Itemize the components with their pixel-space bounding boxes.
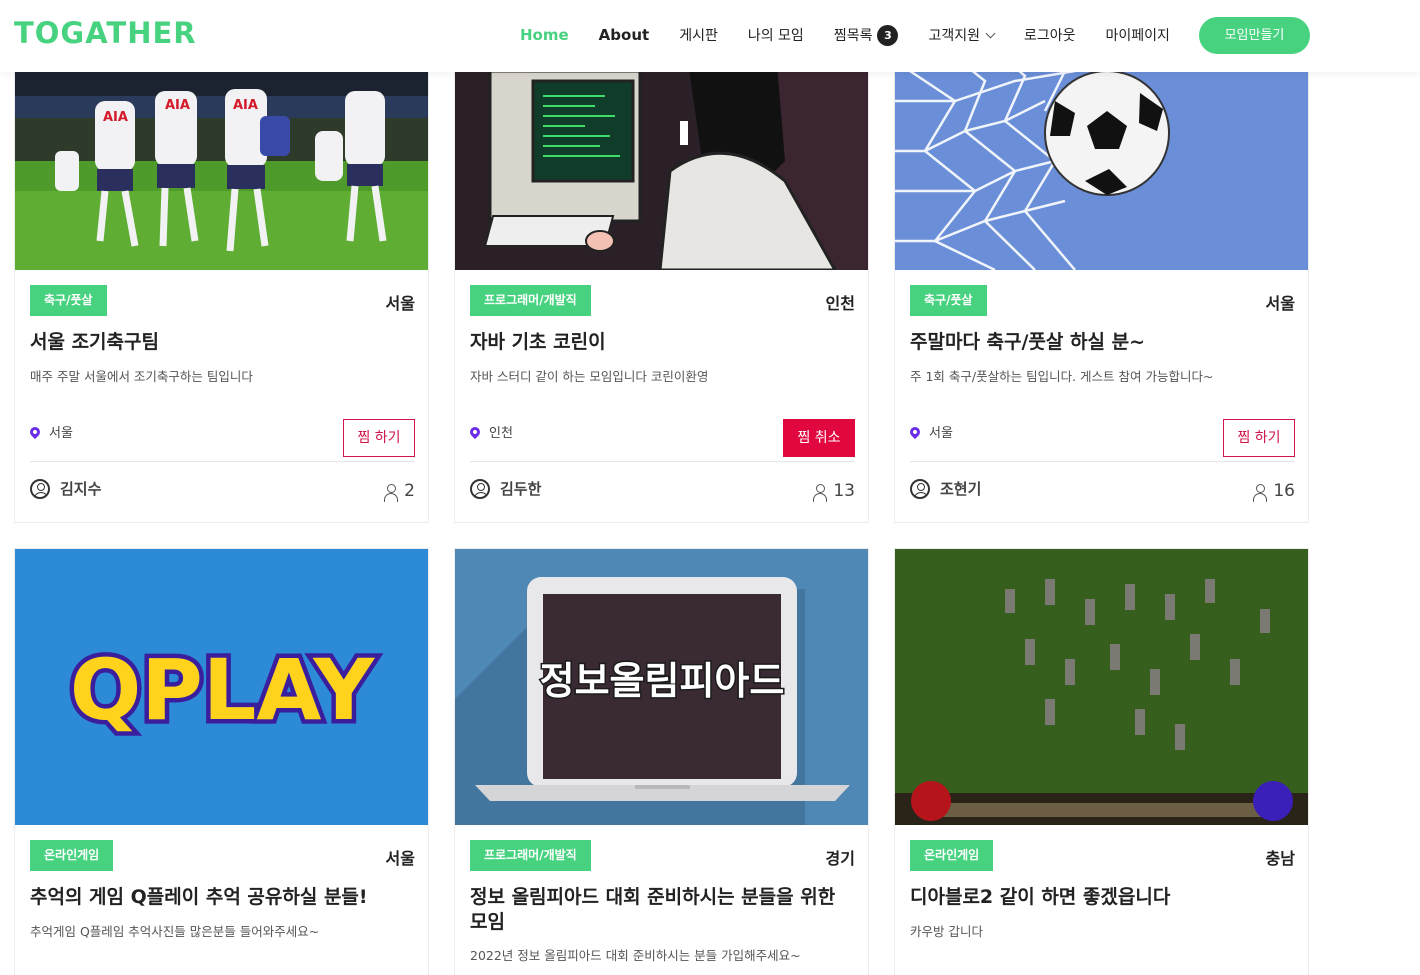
group-card[interactable]: 정보올림피아드 프로그래머/개발직 경기 정보 올림피아드 대회 준비하시는 분… <box>454 548 869 975</box>
svg-text:AIA: AIA <box>103 110 128 125</box>
wish-button[interactable]: 찜 하기 <box>1223 419 1295 457</box>
group-image[interactable] <box>895 549 1308 825</box>
location-label: 서울 <box>929 426 953 441</box>
group-title[interactable]: 서울 조기축구팀 <box>30 330 415 355</box>
member-count: 13 <box>813 481 855 502</box>
group-description: 카우방 갑니다 <box>910 924 983 939</box>
unwish-button[interactable]: 찜 취소 <box>783 419 855 457</box>
group-image[interactable] <box>455 41 868 270</box>
user-avatar-icon <box>910 478 930 499</box>
member-count: 16 <box>1253 481 1295 502</box>
nav-wishlist[interactable]: 찜목록 3 <box>833 24 899 46</box>
wish-button[interactable]: 찜 하기 <box>343 419 415 457</box>
location-label: 인천 <box>489 426 513 441</box>
member-count: 2 <box>384 481 415 502</box>
group-title[interactable]: 추억의 게임 Q플레이 추억 공유하실 분들! <box>30 885 415 910</box>
owner-name: 김지수 <box>60 480 102 498</box>
nav-about[interactable]: About <box>599 26 650 44</box>
location-pin-icon <box>907 424 923 439</box>
chevron-down-icon <box>985 28 996 38</box>
group-description: 매주 주말 서울에서 조기축구하는 팀입니다 <box>30 369 253 384</box>
category-tag[interactable]: 프로그래머/개발직 <box>470 840 591 871</box>
owner-name: 조현기 <box>940 480 982 498</box>
owner-name: 김두한 <box>500 480 542 498</box>
group-title[interactable]: 주말마다 축구/풋살 하실 분~ <box>910 330 1295 355</box>
location-label: 서울 <box>49 426 73 441</box>
group-card[interactable]: 축구/풋살 서울 주말마다 축구/풋살 하실 분~ 주 1회 축구/풋살하는 팀… <box>894 40 1309 523</box>
location-pin-icon <box>467 424 483 439</box>
region-label: 서울 <box>385 849 415 868</box>
qplay-logo-text: QPLAY <box>70 641 375 739</box>
location-row: 서울 <box>27 422 73 441</box>
brand-logo[interactable]: TOGATHER <box>14 16 197 50</box>
group-description: 주 1회 축구/풋살하는 팀입니다. 게스트 참여 가능합니다~ <box>910 369 1214 384</box>
wishlist-count-badge: 3 <box>877 24 899 46</box>
nav-mypage[interactable]: 마이페이지 <box>1106 25 1170 45</box>
category-tag[interactable]: 축구/풋살 <box>30 285 107 316</box>
member-count-value: 16 <box>1273 481 1295 501</box>
nav-home[interactable]: Home <box>520 26 569 44</box>
category-tag[interactable]: 온라인게임 <box>30 840 114 871</box>
region-label: 충남 <box>1265 849 1295 868</box>
divider <box>910 461 1295 462</box>
nav-support[interactable]: 고객지원 <box>928 25 996 45</box>
member-count-value: 13 <box>833 481 855 501</box>
location-row: 인천 <box>467 422 513 441</box>
nav-logout[interactable]: 로그아웃 <box>1024 25 1076 45</box>
group-title[interactable]: 디아블로2 같이 하면 좋겠읍니다 <box>910 885 1295 910</box>
owner-row: 김두한 <box>470 478 541 499</box>
main-nav: Home About 게시판 나의 모임 찜목록 3 고객지원 로그아웃 마이페… <box>520 0 1200 70</box>
top-navbar: TOGATHER Home About 게시판 나의 모임 찜목록 3 고객지원… <box>0 0 1420 72</box>
group-card[interactable]: AIA AIA AIA 축구/풋살 서울 서울 조기축구팀 매주 주말 서울에서 조… <box>14 40 429 523</box>
svg-text:AIA: AIA <box>233 98 258 113</box>
group-description: 추억게임 Q플레임 추억사진들 많은분들 들어와주세요~ <box>30 924 320 939</box>
person-icon <box>813 483 828 502</box>
nav-support-label: 고객지원 <box>928 28 980 44</box>
category-tag[interactable]: 프로그래머/개발직 <box>470 285 591 316</box>
divider <box>30 461 415 462</box>
nav-my-groups[interactable]: 나의 모임 <box>748 25 804 45</box>
location-row: 서울 <box>907 422 953 441</box>
owner-row: 김지수 <box>30 478 101 499</box>
group-image[interactable] <box>895 41 1308 270</box>
location-pin-icon <box>27 424 43 439</box>
region-label: 서울 <box>1265 294 1295 313</box>
group-image[interactable]: 정보올림피아드 <box>455 549 868 825</box>
group-card[interactable]: 온라인게임 충남 디아블로2 같이 하면 좋겠읍니다 카우방 갑니다 <box>894 548 1309 975</box>
svg-text:AIA: AIA <box>165 98 190 113</box>
person-icon <box>384 483 399 502</box>
olympiad-screen-text: 정보올림피아드 <box>540 659 785 703</box>
group-title[interactable]: 자바 기초 코린이 <box>470 330 855 355</box>
member-count-value: 2 <box>404 481 415 501</box>
user-avatar-icon <box>30 478 50 499</box>
region-label: 경기 <box>825 849 855 868</box>
nav-wishlist-label: 찜목록 <box>833 28 873 44</box>
create-group-button[interactable]: 모임만들기 <box>1199 17 1310 54</box>
region-label: 서울 <box>385 294 415 313</box>
group-title[interactable]: 정보 올림피아드 대회 준비하시는 분들을 위한 모임 <box>470 885 855 935</box>
group-description: 자바 스터디 같이 하는 모임입니다 코린이환영 <box>470 369 709 384</box>
divider <box>470 461 855 462</box>
group-image[interactable]: QPLAY <box>15 549 428 825</box>
category-tag[interactable]: 축구/풋살 <box>910 285 987 316</box>
nav-board[interactable]: 게시판 <box>679 25 718 45</box>
user-avatar-icon <box>470 478 490 499</box>
group-card[interactable]: 프로그래머/개발직 인천 자바 기초 코린이 자바 스터디 같이 하는 모임입니… <box>454 40 869 523</box>
owner-row: 조현기 <box>910 478 981 499</box>
group-description: 2022년 정보 올림피아드 대회 준비하시는 분들 가입해주세요~ <box>470 948 801 963</box>
group-image[interactable]: AIA AIA AIA <box>15 41 428 270</box>
region-label: 인천 <box>825 294 855 313</box>
category-tag[interactable]: 온라인게임 <box>910 840 994 871</box>
group-card[interactable]: QPLAY 온라인게임 서울 추억의 게임 Q플레이 추억 공유하실 분들! 추… <box>14 548 429 975</box>
person-icon <box>1253 483 1268 502</box>
